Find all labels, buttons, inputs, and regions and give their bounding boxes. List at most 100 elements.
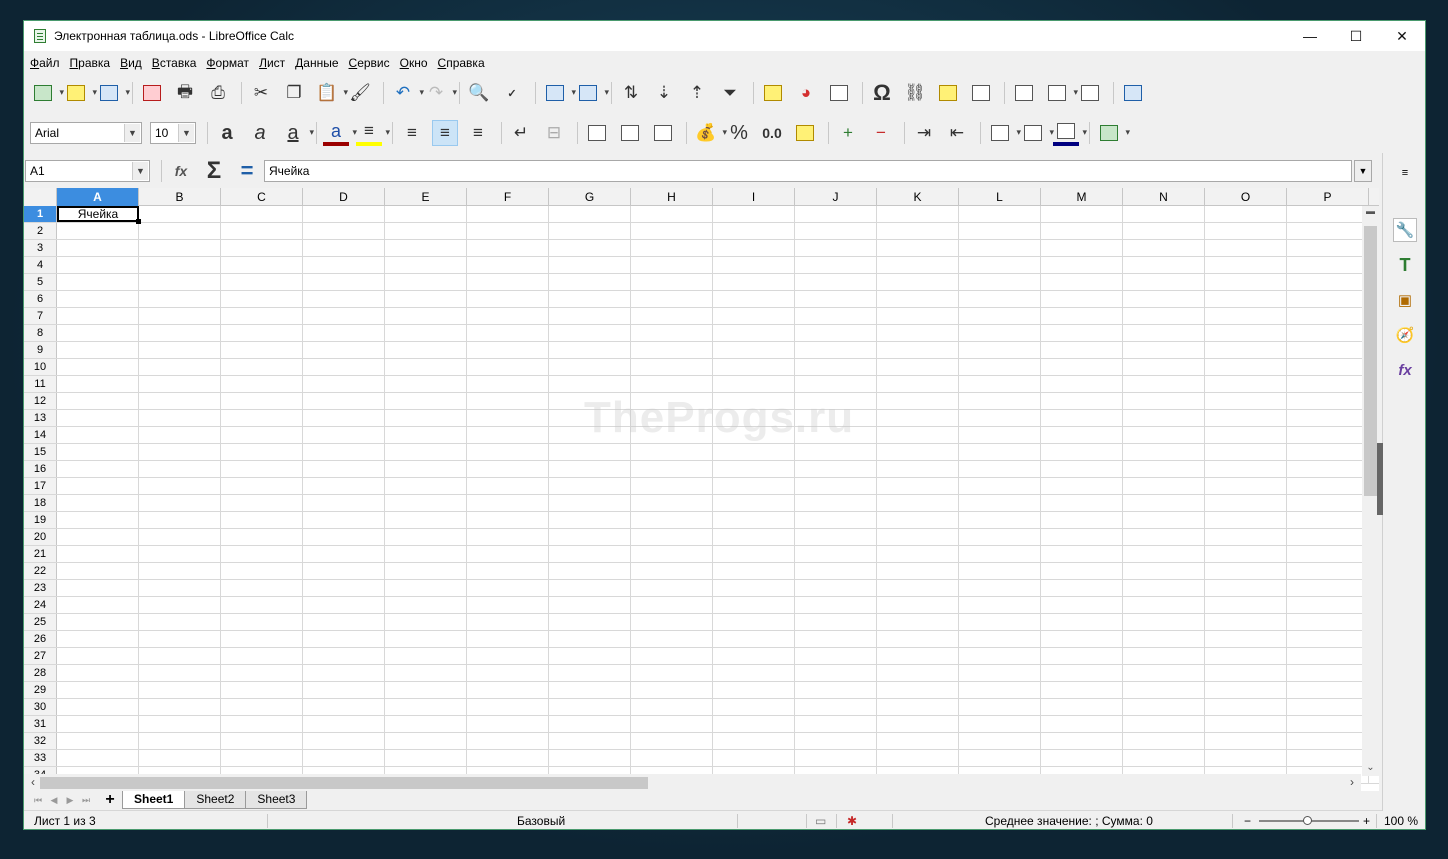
- cell-k20[interactable]: [877, 529, 959, 545]
- sum-icon[interactable]: Σ: [201, 157, 227, 184]
- title-bar[interactable]: Электронная таблица.ods - LibreOffice Ca…: [24, 21, 1425, 51]
- cell-l20[interactable]: [959, 529, 1041, 545]
- cell-i4[interactable]: [713, 257, 795, 273]
- cell-d17[interactable]: [303, 478, 385, 494]
- column-header-i[interactable]: I: [713, 188, 795, 206]
- menu-data[interactable]: Данные: [295, 56, 338, 70]
- cell-p32[interactable]: [1287, 733, 1369, 749]
- cell-m32[interactable]: [1041, 733, 1123, 749]
- cell-l9[interactable]: [959, 342, 1041, 358]
- sidebar-collapse-grip[interactable]: [1377, 443, 1383, 515]
- cell-o6[interactable]: [1205, 291, 1287, 307]
- cell-h3[interactable]: [631, 240, 713, 256]
- cell-a27[interactable]: [57, 648, 139, 664]
- column-header-b[interactable]: B: [139, 188, 221, 206]
- cell-m11[interactable]: [1041, 376, 1123, 392]
- cell-c29[interactable]: [221, 682, 303, 698]
- cell-c11[interactable]: [221, 376, 303, 392]
- increase-indent-icon[interactable]: ⇥: [911, 120, 937, 146]
- cell-m13[interactable]: [1041, 410, 1123, 426]
- row-header-30[interactable]: 30: [24, 699, 57, 715]
- save-icon[interactable]: [96, 80, 130, 106]
- cell-a15[interactable]: [57, 444, 139, 460]
- cell-o25[interactable]: [1205, 614, 1287, 630]
- scroll-right-icon[interactable]: ›: [1345, 774, 1359, 791]
- cell-k6[interactable]: [877, 291, 959, 307]
- row-header-16[interactable]: 16: [24, 461, 57, 477]
- cell-f10[interactable]: [467, 359, 549, 375]
- cell-c31[interactable]: [221, 716, 303, 732]
- cell-g15[interactable]: [549, 444, 631, 460]
- cell-a29[interactable]: [57, 682, 139, 698]
- menu-tools[interactable]: Сервис: [349, 56, 390, 70]
- cell-k16[interactable]: [877, 461, 959, 477]
- row-header-31[interactable]: 31: [24, 716, 57, 732]
- cell-b16[interactable]: [139, 461, 221, 477]
- cell-h24[interactable]: [631, 597, 713, 613]
- split-window-icon[interactable]: [1077, 80, 1103, 106]
- row-header-5[interactable]: 5: [24, 274, 57, 290]
- cell-p19[interactable]: [1287, 512, 1369, 528]
- cell-e19[interactable]: [385, 512, 467, 528]
- cell-m26[interactable]: [1041, 631, 1123, 647]
- cell-j14[interactable]: [795, 427, 877, 443]
- cell-b5[interactable]: [139, 274, 221, 290]
- column-header-h[interactable]: H: [631, 188, 713, 206]
- cell-b21[interactable]: [139, 546, 221, 562]
- cell-h28[interactable]: [631, 665, 713, 681]
- cell-n10[interactable]: [1123, 359, 1205, 375]
- cell-g10[interactable]: [549, 359, 631, 375]
- cell-b27[interactable]: [139, 648, 221, 664]
- cell-b24[interactable]: [139, 597, 221, 613]
- cell-c2[interactable]: [221, 223, 303, 239]
- cell-c4[interactable]: [221, 257, 303, 273]
- cell-d15[interactable]: [303, 444, 385, 460]
- cell-k25[interactable]: [877, 614, 959, 630]
- cell-d10[interactable]: [303, 359, 385, 375]
- cell-l23[interactable]: [959, 580, 1041, 596]
- cell-c13[interactable]: [221, 410, 303, 426]
- cell-g31[interactable]: [549, 716, 631, 732]
- cell-l7[interactable]: [959, 308, 1041, 324]
- cell-j16[interactable]: [795, 461, 877, 477]
- cell-g19[interactable]: [549, 512, 631, 528]
- cell-e31[interactable]: [385, 716, 467, 732]
- cell-g23[interactable]: [549, 580, 631, 596]
- sidebar-menu-icon[interactable]: ≡: [1393, 161, 1417, 185]
- cell-g12[interactable]: [549, 393, 631, 409]
- formula-icon[interactable]: =: [234, 158, 260, 184]
- cell-g20[interactable]: [549, 529, 631, 545]
- cell-h20[interactable]: [631, 529, 713, 545]
- cell-h2[interactable]: [631, 223, 713, 239]
- wrap-text-icon[interactable]: ↵: [508, 120, 534, 146]
- cell-a32[interactable]: [57, 733, 139, 749]
- cell-b31[interactable]: [139, 716, 221, 732]
- cell-k17[interactable]: [877, 478, 959, 494]
- cell-e13[interactable]: [385, 410, 467, 426]
- font-name-combo[interactable]: Arial ▼: [30, 122, 142, 144]
- cell-k7[interactable]: [877, 308, 959, 324]
- cell-l16[interactable]: [959, 461, 1041, 477]
- cell-n14[interactable]: [1123, 427, 1205, 443]
- cell-n9[interactable]: [1123, 342, 1205, 358]
- redo-icon[interactable]: ↷: [423, 80, 457, 106]
- last-sheet-icon[interactable]: ⏭: [78, 795, 94, 806]
- cell-n26[interactable]: [1123, 631, 1205, 647]
- cell-a33[interactable]: [57, 750, 139, 766]
- cell-d29[interactable]: [303, 682, 385, 698]
- cell-n30[interactable]: [1123, 699, 1205, 715]
- cell-a21[interactable]: [57, 546, 139, 562]
- align-center-icon[interactable]: ≡: [432, 120, 458, 146]
- cell-l6[interactable]: [959, 291, 1041, 307]
- cell-k15[interactable]: [877, 444, 959, 460]
- cell-n29[interactable]: [1123, 682, 1205, 698]
- cell-a22[interactable]: [57, 563, 139, 579]
- selection-mode-icon[interactable]: ▭: [815, 811, 826, 829]
- add-decimal-icon[interactable]: +: [835, 120, 861, 146]
- row-header-24[interactable]: 24: [24, 597, 57, 613]
- cell-b20[interactable]: [139, 529, 221, 545]
- cell-a17[interactable]: [57, 478, 139, 494]
- cell-e30[interactable]: [385, 699, 467, 715]
- cell-d23[interactable]: [303, 580, 385, 596]
- cell-o5[interactable]: [1205, 274, 1287, 290]
